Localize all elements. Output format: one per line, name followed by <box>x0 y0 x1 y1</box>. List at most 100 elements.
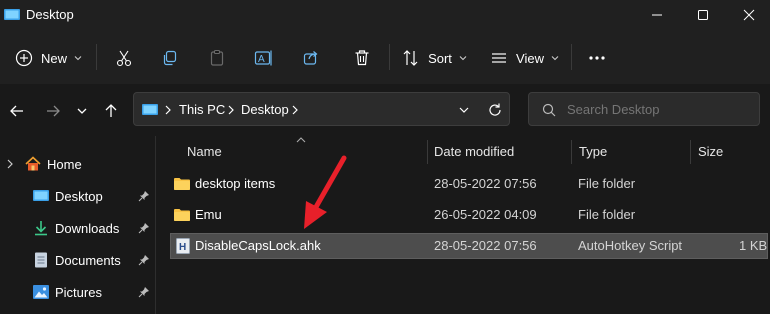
more-icon <box>589 56 605 60</box>
view-label: View <box>516 50 544 66</box>
refresh-icon <box>489 103 501 116</box>
up-button[interactable] <box>97 97 125 125</box>
sidebar-item-label: Downloads <box>55 221 120 236</box>
toolbar-divider <box>96 44 97 70</box>
delete-button[interactable] <box>348 42 376 74</box>
svg-text:H: H <box>179 242 186 253</box>
back-button[interactable] <box>3 97 31 125</box>
minimize-button[interactable] <box>634 0 680 30</box>
paste-icon <box>210 49 224 66</box>
file-type: File folder <box>578 176 636 191</box>
file-type: AutoHotkey Script <box>578 238 683 253</box>
picture-icon <box>33 285 49 299</box>
arrow-right-icon <box>47 105 60 117</box>
delete-icon <box>355 50 369 66</box>
sidebar-item-label: Desktop <box>55 189 103 204</box>
chevron-right-icon <box>164 105 172 115</box>
column-divider[interactable] <box>571 140 572 164</box>
file-name: desktop items <box>195 176 276 191</box>
sidebar-item-home[interactable]: Home <box>0 149 155 179</box>
rename-icon: A <box>254 50 272 66</box>
column-header-size[interactable]: Size <box>698 144 723 159</box>
file-row[interactable]: desktop items 28-05-2022 07:56 File fold… <box>170 171 768 197</box>
breadcrumb-this-pc[interactable]: This PC <box>179 102 225 117</box>
app-icon <box>4 8 20 22</box>
ahk-script-icon: H <box>176 238 190 254</box>
toolbar-divider <box>571 44 572 70</box>
pin-icon <box>138 191 149 202</box>
pane-splitter[interactable] <box>155 136 156 314</box>
chevron-right-icon[interactable] <box>5 159 15 169</box>
folder-icon <box>174 209 190 221</box>
toolbar-divider <box>389 44 390 70</box>
more-options-button[interactable] <box>583 42 611 74</box>
new-button[interactable]: New <box>10 42 88 74</box>
maximize-icon <box>698 10 708 20</box>
view-icon <box>492 53 507 63</box>
plus-circle-icon <box>15 49 33 67</box>
new-label: New <box>40 50 67 66</box>
document-icon <box>35 252 47 268</box>
file-date-modified: 26-05-2022 04:09 <box>434 207 537 222</box>
address-history-dropdown[interactable] <box>458 104 470 116</box>
column-divider[interactable] <box>427 140 428 164</box>
file-size: 1 KB <box>739 238 768 253</box>
pin-icon <box>138 223 149 234</box>
arrow-up-icon <box>105 104 117 117</box>
rename-button[interactable]: A <box>250 42 278 74</box>
file-type: File folder <box>578 207 636 222</box>
title-bar: Desktop <box>0 0 770 30</box>
cut-button[interactable] <box>110 42 138 74</box>
minimize-icon <box>652 14 662 16</box>
forward-button[interactable] <box>39 97 67 125</box>
download-icon <box>35 221 47 236</box>
copy-button[interactable] <box>156 42 184 74</box>
file-name: DisableCapsLock.ahk <box>195 238 321 253</box>
share-icon <box>303 51 318 65</box>
file-row-selected[interactable]: H DisableCapsLock.ahk 28-05-2022 07:56 A… <box>170 233 768 259</box>
chevron-right-icon <box>227 105 235 115</box>
column-header-date-modified[interactable]: Date modified <box>434 144 514 159</box>
sort-icon <box>403 50 418 66</box>
search-input[interactable] <box>567 100 752 118</box>
annotation-arrow-icon <box>296 155 348 233</box>
sidebar-item-pictures[interactable]: Pictures <box>0 277 155 307</box>
chevron-down-icon <box>77 108 87 114</box>
close-icon <box>743 9 755 21</box>
cut-icon <box>116 50 132 67</box>
chevron-down-icon <box>459 56 467 61</box>
svg-text:A: A <box>258 54 265 65</box>
sidebar-item-downloads[interactable]: Downloads <box>0 213 155 243</box>
refresh-button[interactable] <box>487 102 503 118</box>
sidebar-item-label: Pictures <box>55 285 102 300</box>
folder-icon <box>174 178 190 190</box>
sort-label: Sort <box>428 50 452 66</box>
home-icon <box>25 156 41 171</box>
sidebar-item-label: Home <box>47 157 82 172</box>
pc-icon <box>142 103 158 117</box>
file-row[interactable]: Emu 26-05-2022 04:09 File folder <box>170 202 768 228</box>
maximize-button[interactable] <box>680 0 726 30</box>
column-header-name[interactable]: Name <box>187 144 222 159</box>
search-box[interactable] <box>528 92 760 126</box>
pin-icon <box>138 255 149 266</box>
column-divider[interactable] <box>690 140 691 164</box>
search-icon <box>542 103 556 117</box>
file-date-modified: 28-05-2022 07:56 <box>434 238 537 253</box>
sidebar-item-label: Documents <box>55 253 121 268</box>
column-header-type[interactable]: Type <box>579 144 607 159</box>
sort-ascending-indicator <box>296 136 306 144</box>
sidebar-item-documents[interactable]: Documents <box>0 245 155 275</box>
sort-button[interactable]: Sort <box>400 42 470 74</box>
address-bar[interactable]: This PC Desktop <box>133 92 510 126</box>
view-button[interactable]: View <box>488 42 562 74</box>
sidebar-item-desktop[interactable]: Desktop <box>0 181 155 211</box>
window-title: Desktop <box>26 7 74 22</box>
paste-button[interactable] <box>203 42 231 74</box>
recent-locations-button[interactable] <box>68 97 96 125</box>
chevron-down-icon <box>74 56 82 61</box>
breadcrumb-desktop[interactable]: Desktop <box>241 102 289 117</box>
chevron-right-icon <box>291 105 299 115</box>
close-button[interactable] <box>726 0 770 30</box>
share-button[interactable] <box>297 42 325 74</box>
